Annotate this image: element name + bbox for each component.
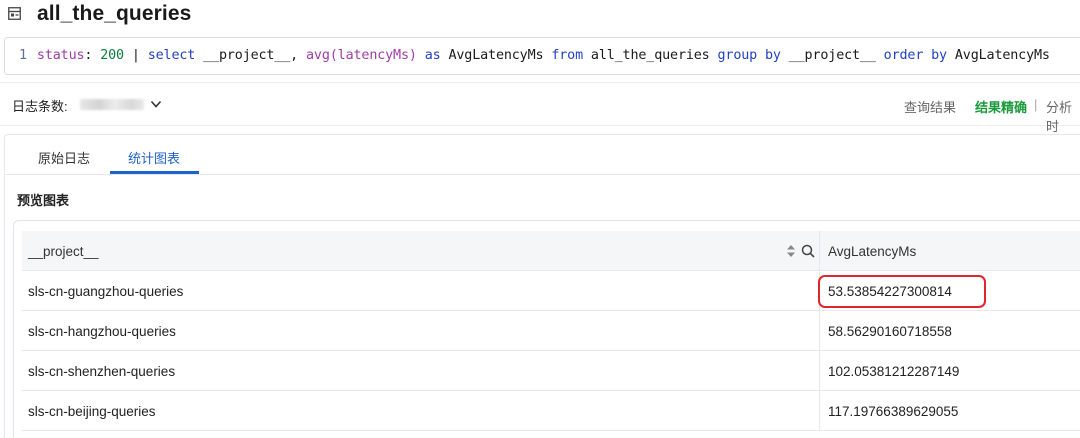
query-token: AvgLatencyMs bbox=[946, 48, 1050, 63]
query-token: all_the_queries bbox=[583, 48, 718, 63]
query-editor[interactable]: 1 status: 200 | select __project__, avg(l… bbox=[4, 37, 1080, 75]
column-divider[interactable] bbox=[819, 231, 820, 271]
log-count-label: 日志条数: bbox=[12, 99, 68, 114]
project-cell: sls-cn-guangzhou-queries bbox=[28, 283, 184, 299]
preview-chart-title: 预览图表 bbox=[17, 193, 70, 208]
table-row: sls-cn-hangzhou-queries 58.5629016071855… bbox=[22, 311, 1080, 351]
query-token: latencyMs bbox=[337, 48, 409, 63]
avg-latency-cell: 117.19766389629055 bbox=[828, 403, 959, 419]
project-cell: sls-cn-beijing-queries bbox=[28, 403, 156, 419]
query-token bbox=[417, 48, 425, 63]
project-cell: sls-cn-hangzhou-queries bbox=[28, 323, 176, 339]
query-token: : bbox=[84, 48, 101, 63]
query-result-status: 查询结果 bbox=[904, 100, 957, 115]
column-header-avglatency[interactable]: AvgLatencyMs bbox=[828, 231, 1080, 271]
query-token: | bbox=[123, 48, 148, 63]
analysis-time-label: 分析时 bbox=[1046, 100, 1073, 134]
column-divider bbox=[819, 311, 820, 351]
tab-raw-logs[interactable]: 原始日志 bbox=[38, 148, 90, 167]
table-header-row: __project__ AvgLatencyMs bbox=[22, 231, 1080, 271]
logstore-icon bbox=[8, 7, 21, 20]
column-divider bbox=[819, 271, 820, 311]
table-row: sls-cn-shenzhen-queries 102.053812122871… bbox=[22, 351, 1080, 391]
table-row: sls-cn-beijing-queries 117.1976638962905… bbox=[22, 391, 1080, 431]
active-tab-indicator bbox=[110, 171, 199, 174]
sort-icon[interactable] bbox=[786, 244, 796, 258]
query-token: order by bbox=[883, 48, 947, 63]
query-token: avg bbox=[306, 48, 330, 63]
results-table: __project__ AvgLatencyMs sls-cn-guangzho… bbox=[13, 220, 1080, 438]
project-cell: sls-cn-shenzhen-queries bbox=[28, 363, 176, 379]
query-token: AvgLatencyMs bbox=[440, 48, 552, 63]
query-token: select bbox=[147, 48, 196, 63]
query-token: as bbox=[424, 48, 441, 63]
line-number: 1 bbox=[19, 48, 27, 63]
query-token: ( bbox=[329, 48, 338, 63]
query-token: from bbox=[551, 48, 583, 63]
query-token: group by bbox=[717, 48, 781, 63]
result-precise-badge: 结果精确 bbox=[975, 100, 1028, 115]
toolbar-separator: | bbox=[1034, 97, 1038, 112]
chevron-down-icon[interactable] bbox=[149, 97, 163, 111]
page-title: all_the_queries bbox=[37, 2, 192, 25]
result-tabs: 原始日志 统计图表 bbox=[5, 135, 1080, 175]
query-token: __project__, bbox=[195, 48, 306, 63]
query-line[interactable]: 1 status: 200 | select __project__, avg(l… bbox=[19, 48, 1050, 63]
query-text[interactable]: status: 200 | select __project__, avg(la… bbox=[37, 48, 1050, 63]
avg-latency-cell: 53.53854227300814 bbox=[828, 283, 952, 299]
query-token: status bbox=[36, 48, 85, 63]
results-panel: 原始日志 统计图表 预览图表 __project__ AvgLatencyMs … bbox=[4, 134, 1080, 438]
query-token: __project__ bbox=[780, 48, 884, 63]
tab-statistics-chart[interactable]: 统计图表 bbox=[128, 148, 180, 167]
column-divider bbox=[819, 351, 820, 391]
avg-latency-cell: 58.56290160718558 bbox=[828, 323, 952, 339]
result-toolbar: 日志条数: 查询结果 结果精确 | 分析时 bbox=[0, 82, 1080, 134]
column-header-project[interactable]: __project__ bbox=[28, 231, 818, 271]
title-bar: all_the_queries bbox=[0, 0, 1080, 30]
query-token: 200 bbox=[100, 48, 124, 63]
search-icon[interactable] bbox=[801, 244, 815, 258]
table-row: sls-cn-guangzhou-queries 53.538542273008… bbox=[22, 271, 1080, 311]
log-count-value-redacted bbox=[80, 99, 144, 110]
query-token: ) bbox=[408, 48, 417, 63]
avg-latency-cell: 102.05381212287149 bbox=[828, 363, 960, 379]
column-divider bbox=[819, 391, 820, 431]
